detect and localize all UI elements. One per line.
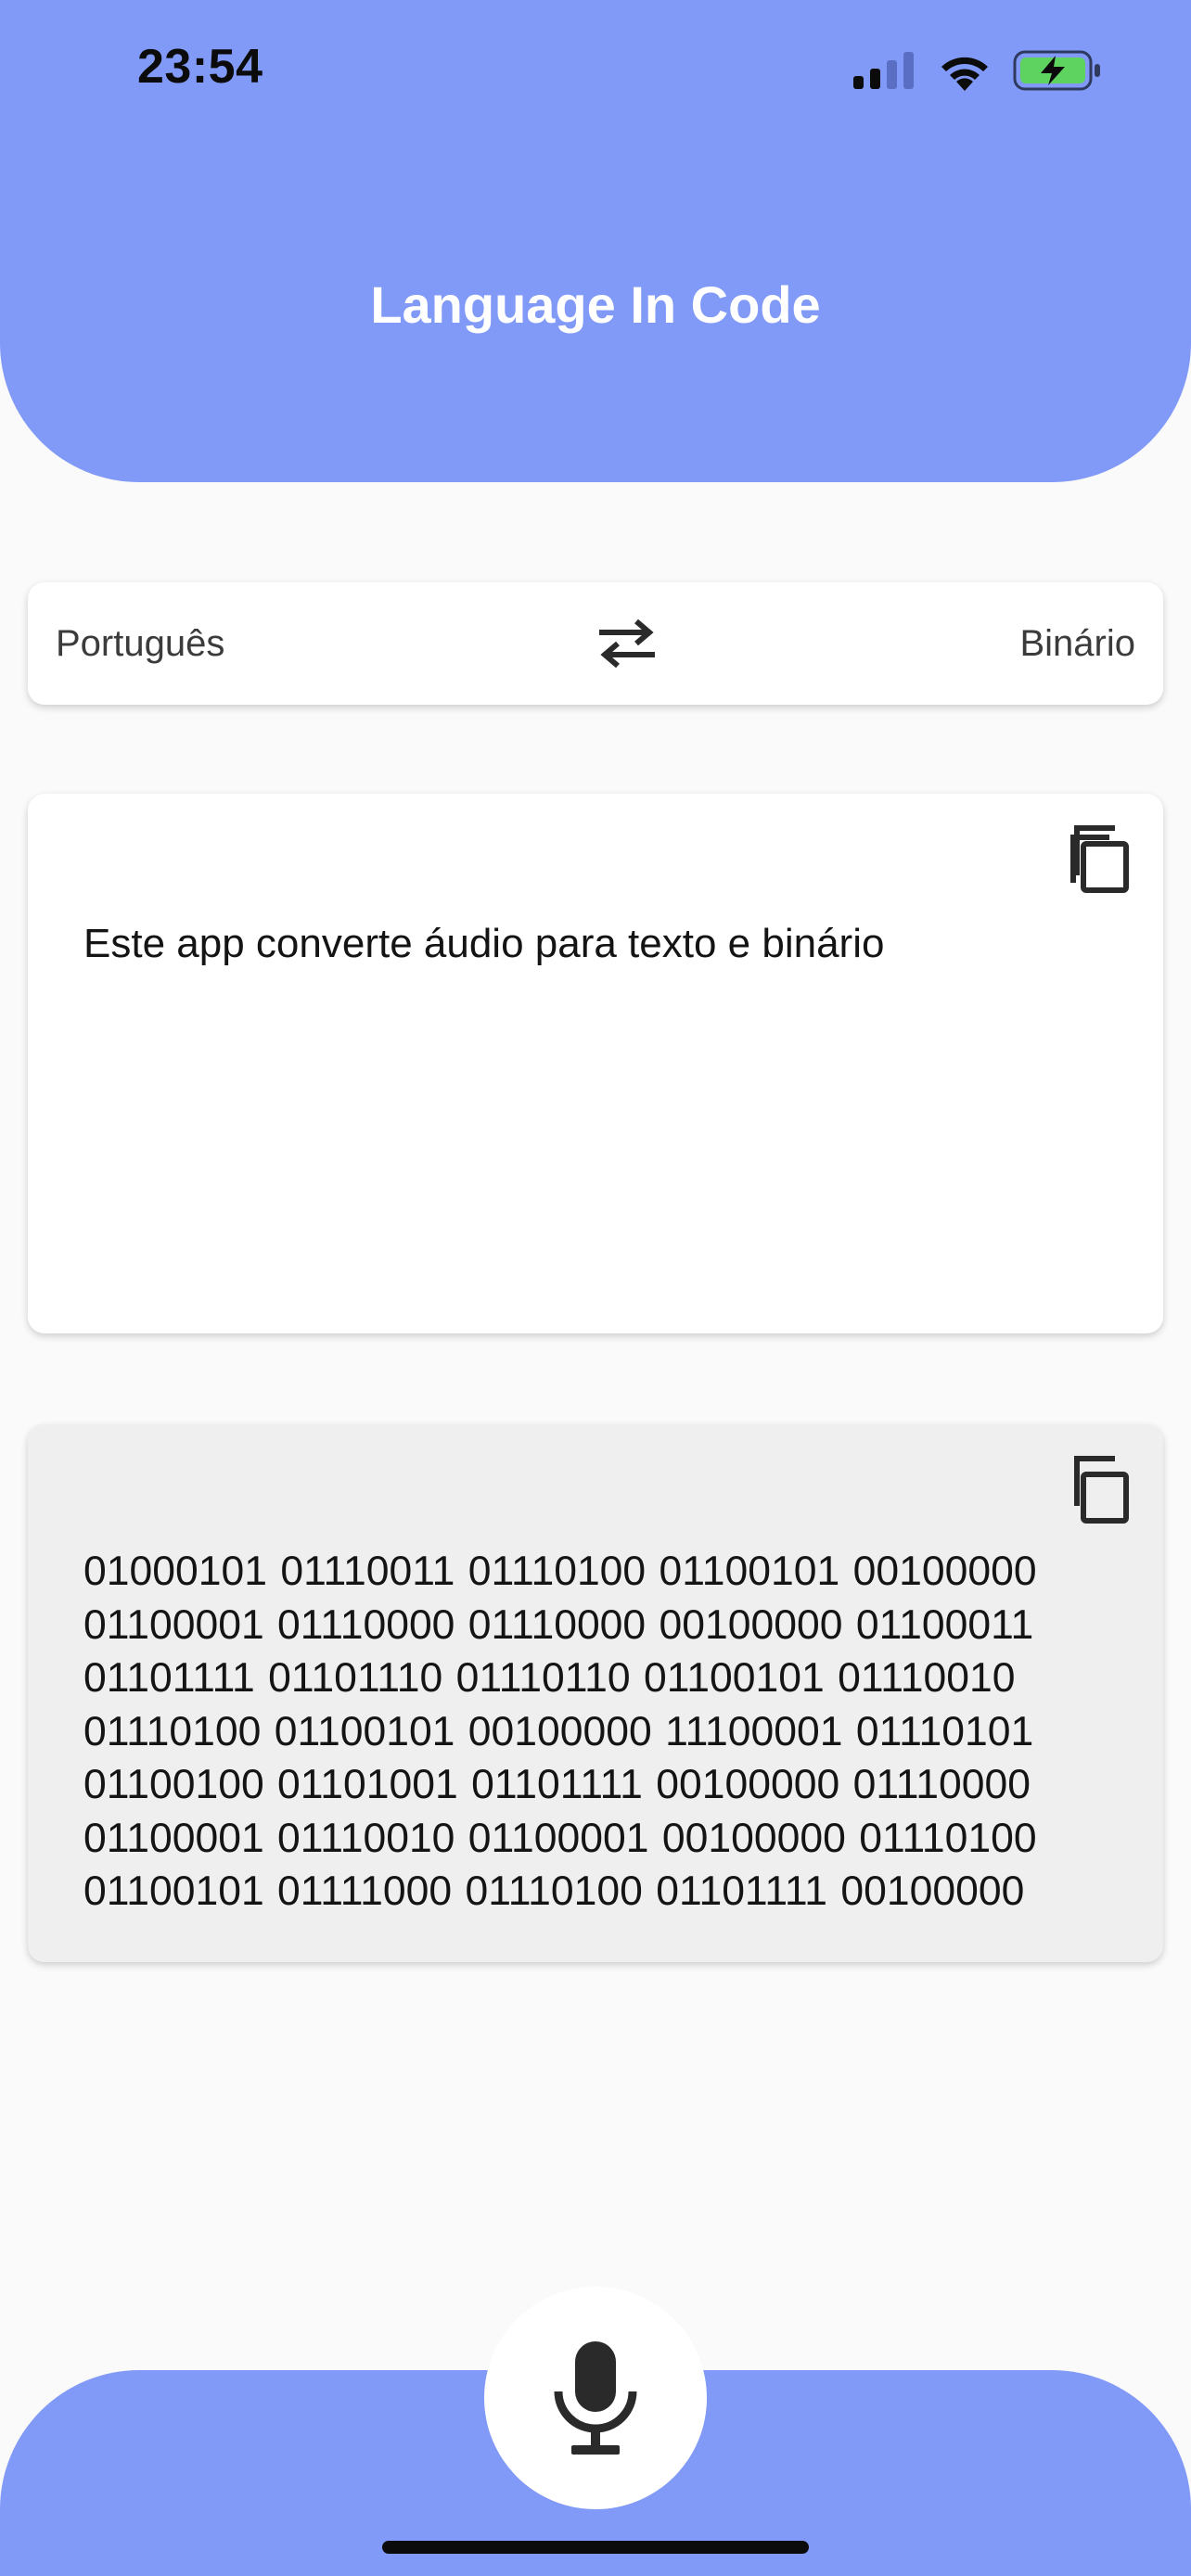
input-text-card: Este app converte áudio para texto e bin… <box>28 794 1163 1333</box>
header: 23:54 Language In Code <box>0 0 1191 482</box>
copy-output-button[interactable] <box>1063 1450 1137 1524</box>
copy-input-button[interactable] <box>1063 820 1137 894</box>
source-language-button[interactable]: Português <box>56 582 224 705</box>
home-indicator <box>382 2541 809 2554</box>
output-binary-card: 01000101 01110011 01110100 01100101 0010… <box>28 1424 1163 1962</box>
microphone-button[interactable] <box>484 2287 707 2509</box>
swap-languages-button[interactable] <box>594 610 660 677</box>
input-text[interactable]: Este app converte áudio para texto e bin… <box>83 918 1104 970</box>
target-language-button[interactable]: Binário <box>1019 582 1135 705</box>
swap-arrows-icon <box>599 618 655 669</box>
wifi-icon <box>941 57 988 91</box>
cellular-signal-icon <box>853 52 914 89</box>
status-time: 23:54 <box>137 40 263 94</box>
battery-charging-icon <box>1013 50 1100 91</box>
copy-icon <box>1074 1456 1129 1524</box>
language-selector: Português Binário <box>28 582 1163 705</box>
app-screen: 23:54 Language In Code Português Binário… <box>0 0 1191 2576</box>
app-title: Language In Code <box>370 275 821 334</box>
copy-icon <box>1070 825 1129 893</box>
microphone-icon <box>554 2341 637 2455</box>
binary-output-text: 01000101 01110011 01110100 01100101 0010… <box>83 1549 1037 1925</box>
status-icons <box>853 43 1102 98</box>
